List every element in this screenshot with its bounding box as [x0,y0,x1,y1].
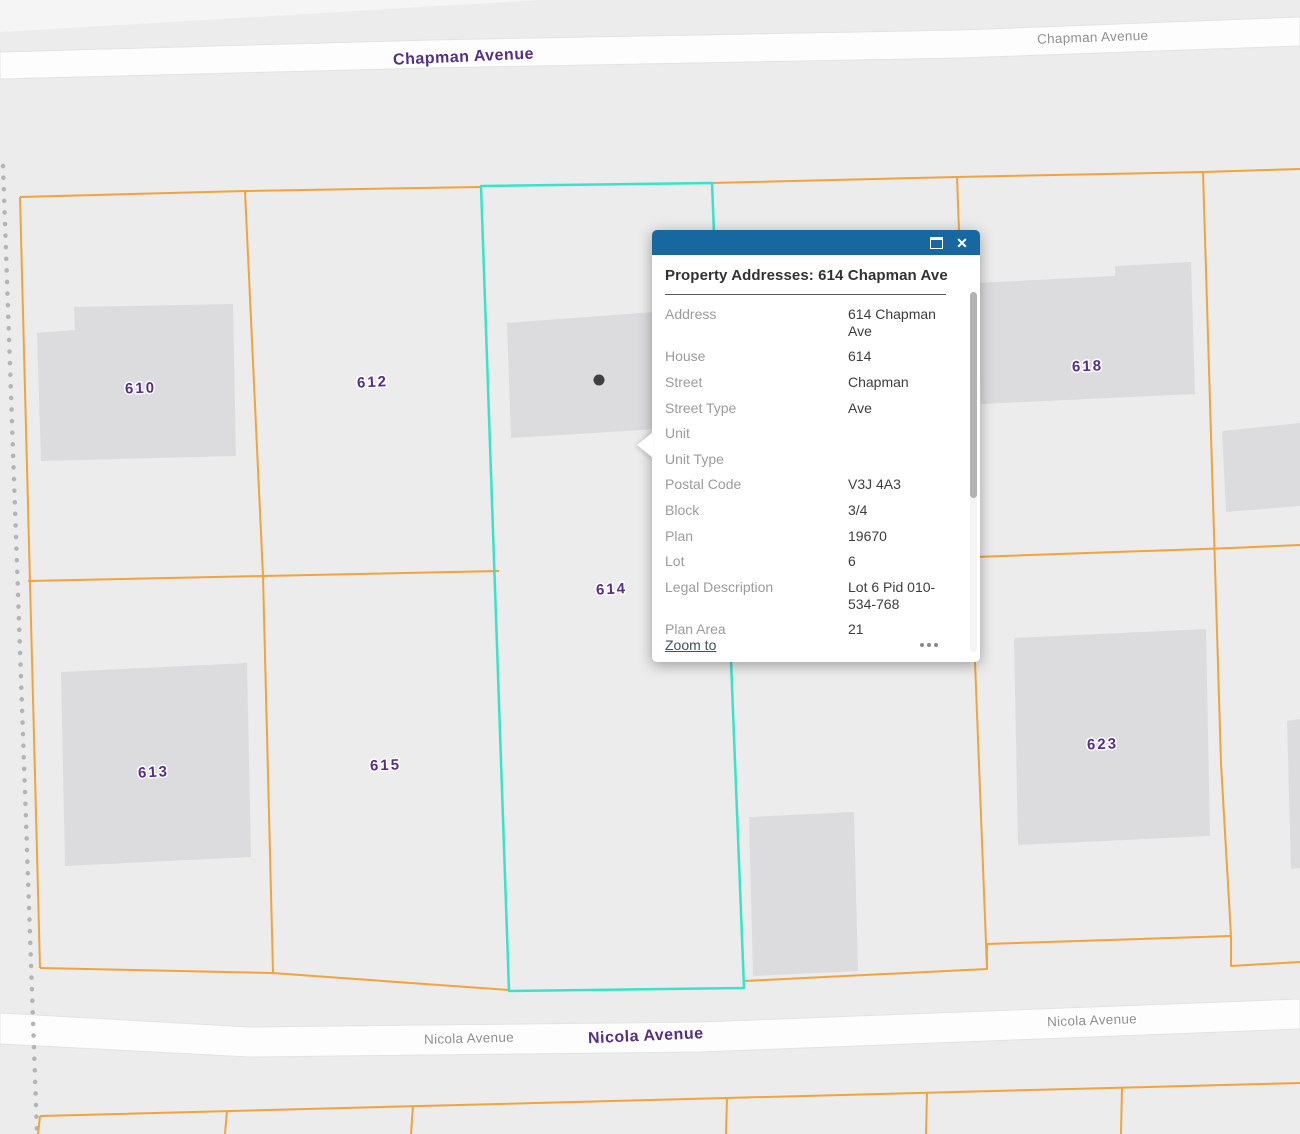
field-label: Street Type [665,400,848,417]
parcel-label-614: 614 [596,580,628,599]
popup-title: Property Addresses: 614 Chapman Ave [665,267,960,286]
map-application: 610 612 614 618 613 615 623 Chapman Aven… [0,0,1300,1134]
parcel-line-south-east [987,936,1300,966]
building-618 [977,262,1195,404]
parcel-label-618: 618 [1072,357,1104,375]
field-label: Unit Type [665,451,848,468]
chapman-avenue-road [0,17,1300,79]
dock-icon[interactable] [928,235,944,251]
field-value: 6 [848,553,966,570]
field-row-postal-code: Postal Code V3J 4A3 [665,476,966,493]
building-between [749,812,858,976]
field-value: Lot 6 Pid 010-534-768 [848,579,966,613]
parcel-line-bottomrow-v1 [225,1111,227,1134]
parcel-line-bottomrow-v5 [1121,1088,1122,1134]
field-row-block: Block 3/4 [665,502,966,519]
map-canvas[interactable]: 610 612 614 618 613 615 623 Chapman Aven… [0,0,1300,1134]
property-popup: ✕ Property Addresses: 614 Chapman Ave Ad… [652,230,980,662]
field-value: 3/4 [848,502,966,519]
field-label: Address [665,306,848,340]
field-value: Ave [848,400,966,417]
close-icon[interactable]: ✕ [954,235,970,251]
field-row-street-type: Street Type Ave [665,400,966,417]
field-row-legal-description: Legal Description Lot 6 Pid 010-534-768 [665,579,966,613]
street-label-nicola-basemap-left: Nicola Avenue [424,1030,514,1047]
parcel-line-bottomrow-top [40,1083,1300,1116]
popup-title-separator [665,294,946,295]
field-row-street: Street Chapman [665,374,966,391]
building-right-edge-top [1222,423,1300,512]
parcel-line-north-east [712,169,1300,183]
field-value: Chapman [848,374,966,391]
field-row-address: Address 614 Chapman Ave [665,306,966,340]
popup-footer: Zoom to [665,635,966,655]
field-value: 614 [848,348,966,365]
parcel-line-bottomrow-v3 [726,1098,727,1134]
field-value: 19670 [848,528,966,545]
field-value [848,425,966,442]
parcel-line-west [20,197,40,968]
field-label: House [665,348,848,365]
parcel-label-623: 623 [1087,735,1119,753]
parcel-line-bottomrow-v0 [38,1116,40,1134]
parcel-line-south-west [40,968,509,990]
parcel-label-612: 612 [357,373,389,392]
parcel-label-615: 615 [370,756,402,774]
field-label: Postal Code [665,476,848,493]
parcel-line-bottomrow-v4 [926,1093,927,1134]
field-row-lot: Lot 6 [665,553,966,570]
building-614 [507,312,658,438]
parcel-line-north-west [20,187,480,197]
field-label: Block [665,502,848,519]
parcel-label-610: 610 [125,379,157,397]
parcel-line-bottomrow-v2 [411,1106,413,1134]
popup-scrollbar-thumb[interactable] [970,292,977,498]
popup-pointer-tail [637,432,653,458]
selection-marker-dot [594,375,605,386]
field-row-plan: Plan 19670 [665,528,966,545]
parcel-label-613: 613 [138,763,170,782]
street-label-nicola-basemap-right: Nicola Avenue [1047,1011,1137,1029]
field-label: Plan [665,528,848,545]
field-value: V3J 4A3 [848,476,966,493]
zoom-to-link[interactable]: Zoom to [665,637,716,653]
field-label: Lot [665,553,848,570]
ellipsis-icon[interactable] [920,643,938,647]
field-label: Street [665,374,848,391]
field-label: Unit [665,425,848,442]
field-row-unit-type: Unit Type [665,451,966,468]
field-value [848,451,966,468]
popup-body: Property Addresses: 614 Chapman Ave Addr… [652,255,980,662]
building-right-edge-bottom [1287,719,1300,869]
field-row-house: House 614 [665,348,966,365]
field-label: Legal Description [665,579,848,613]
field-value: 614 Chapman Ave [848,306,966,340]
popup-header: ✕ [652,230,980,255]
basemap-area [0,0,540,32]
field-row-unit: Unit [665,425,966,442]
